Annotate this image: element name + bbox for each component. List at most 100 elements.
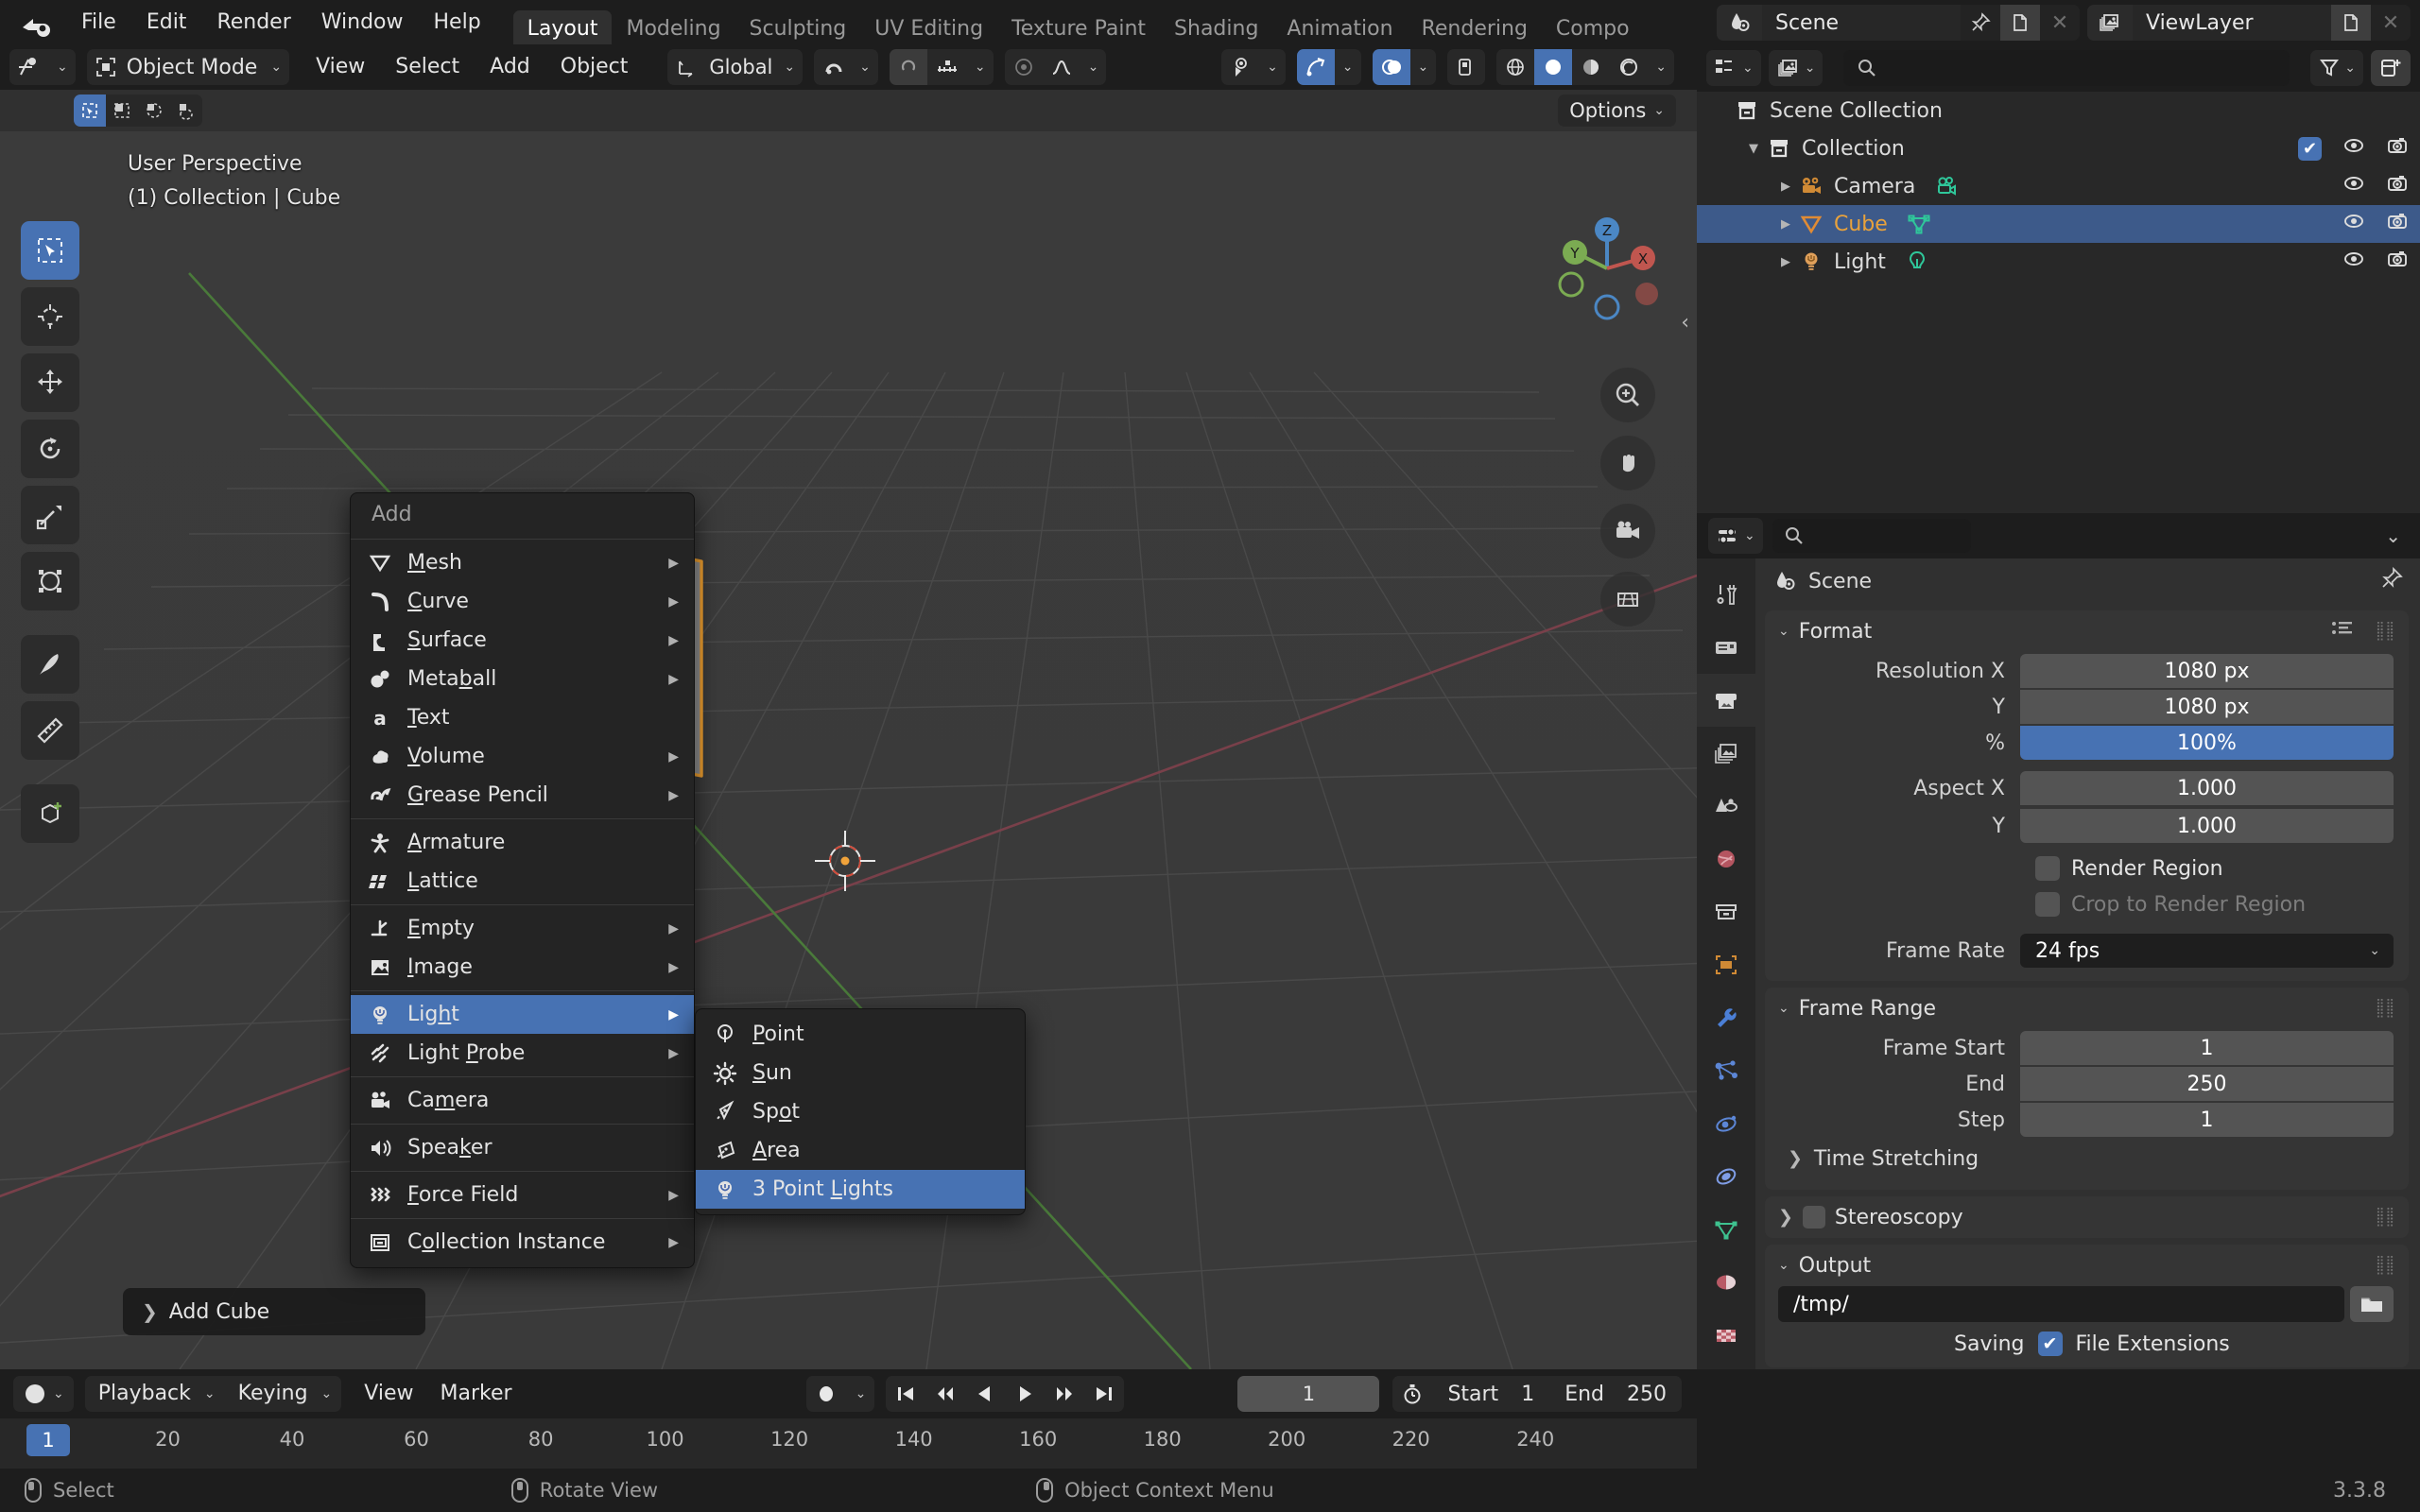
object-mode-selector[interactable]: Object Mode ⌄	[86, 49, 290, 85]
editor-type-icon[interactable]	[9, 49, 49, 85]
annotate-tool[interactable]	[21, 635, 79, 694]
format-panel-header[interactable]: ⌄ Format ⣿⣿ ⣿⣿	[1765, 610, 2409, 652]
tool-tab[interactable]	[1697, 568, 1755, 621]
transport-controls[interactable]	[886, 1376, 1125, 1412]
keying-chevron-down-icon[interactable]: ⌄	[321, 1386, 333, 1401]
snap-increment-icon[interactable]	[889, 49, 927, 85]
workspace-tab-texture-paint[interactable]: Texture Paint	[997, 10, 1160, 48]
add-menu-item-armature[interactable]: Armature	[351, 823, 694, 862]
stereoscopy-panel-header[interactable]: ❯ Stereoscopy ⣿⣿ ⣿⣿	[1765, 1196, 2409, 1238]
frame-range-group[interactable]: Start 1 End 250	[1392, 1376, 1682, 1412]
viewport-menu-select[interactable]: Select	[380, 49, 475, 85]
aspect-y-field[interactable]: 1.000	[2020, 809, 2394, 843]
auto-keying-group[interactable]: ⌄	[806, 1376, 875, 1412]
snap-target-group[interactable]: ⌄	[889, 49, 994, 85]
outliner-row-camera[interactable]: ▶ Camera	[1697, 167, 2420, 205]
ortho-toggle-icon[interactable]	[1600, 572, 1655, 627]
light-submenu-item-area[interactable]: Area	[696, 1131, 1025, 1170]
rotate-tool[interactable]	[21, 420, 79, 478]
timeline-menu-marker[interactable]: Marker	[427, 1376, 526, 1412]
timeline-menu-view[interactable]: View	[351, 1376, 426, 1412]
disable-in-renders-icon[interactable]	[2386, 248, 2409, 276]
orientation-chevron-down-icon[interactable]: ⌄	[784, 60, 795, 75]
crop-render-region-row[interactable]: Crop to Render Region	[1765, 886, 2409, 922]
operator-panel[interactable]: ❯ Add Cube	[123, 1288, 425, 1335]
snaptarget-chevron-down-icon[interactable]: ⌄	[975, 60, 986, 75]
workspace-tab-compo[interactable]: Compo	[1542, 10, 1644, 48]
sidebar-collapse-icon[interactable]: ‹	[1681, 311, 1689, 335]
add-menu-item-lattice[interactable]: Lattice	[351, 862, 694, 901]
jump-start-icon[interactable]	[886, 1376, 925, 1412]
scene-icon[interactable]	[1717, 5, 1762, 41]
hide-in-viewport-icon[interactable]	[2342, 134, 2365, 163]
add-menu-item-light[interactable]: Light ▶	[351, 995, 694, 1034]
expand-triangle-icon[interactable]: ▶	[1774, 217, 1797, 232]
transform-tool[interactable]	[21, 552, 79, 610]
workspace-tab-animation[interactable]: Animation	[1272, 10, 1407, 48]
orientation-label[interactable]: Global	[709, 56, 772, 78]
world-tab[interactable]	[1697, 833, 1755, 885]
app-menu-render[interactable]: Render	[201, 0, 305, 44]
collection-enable-checkbox[interactable]: ✔	[2298, 136, 2322, 161]
gizmo-chevron-down-icon[interactable]: ⌄	[1342, 60, 1354, 75]
frame-start-value[interactable]: 1	[1521, 1383, 1534, 1406]
xray-icon[interactable]	[1447, 49, 1485, 85]
play-icon[interactable]	[1005, 1376, 1045, 1412]
shading-wireframe-icon[interactable]	[1496, 49, 1534, 85]
stopwatch-icon[interactable]	[1392, 1376, 1432, 1412]
shading-chevron-down-icon[interactable]: ⌄	[1655, 60, 1667, 75]
record-icon[interactable]	[806, 1376, 846, 1412]
app-menu-file[interactable]: File	[66, 0, 131, 44]
workspace-tab-sculpting[interactable]: Sculpting	[735, 10, 861, 48]
measure-tool[interactable]	[21, 701, 79, 760]
add-menu-item-mesh[interactable]: Mesh ▶	[351, 543, 694, 582]
light-submenu-item-sun[interactable]: Sun	[696, 1054, 1025, 1092]
frame-end-field[interactable]: 250	[2020, 1067, 2394, 1101]
timeline-editor-type[interactable]: ⌄	[13, 1376, 74, 1412]
render-tab[interactable]	[1697, 621, 1755, 674]
frame-range-panel-header[interactable]: ⌄ Frame Range ⣿⣿ ⣿⣿	[1765, 988, 2409, 1029]
viewport-menu-view[interactable]: View	[301, 49, 380, 85]
snap-chevron-down-icon[interactable]: ⌄	[859, 60, 871, 75]
move-tool[interactable]	[21, 353, 79, 412]
workspace-tab-rendering[interactable]: Rendering	[1408, 10, 1542, 48]
frame-rate-dropdown[interactable]: 24 fps ⌄	[2020, 934, 2394, 968]
visibility-eye-icon[interactable]	[1221, 49, 1259, 85]
texture-tab[interactable]	[1697, 1309, 1755, 1362]
add-menu-item-metaball[interactable]: Metaball ▶	[351, 660, 694, 698]
viewlayer-tab[interactable]	[1697, 727, 1755, 780]
magnet-icon[interactable]	[814, 49, 852, 85]
cursor-tool[interactable]	[21, 287, 79, 346]
hide-in-viewport-icon[interactable]	[2342, 210, 2365, 238]
outliner-row-light[interactable]: ▶ Light	[1697, 243, 2420, 281]
visibility-group[interactable]: ⌄	[1221, 49, 1286, 85]
add-menu-item-camera[interactable]: Camera	[351, 1081, 694, 1120]
scene-tab[interactable]	[1697, 780, 1755, 833]
camera-data-icon[interactable]	[1932, 172, 1961, 200]
navigation-gizmo[interactable]: Z Y X	[1546, 207, 1668, 330]
light-submenu-item-spot[interactable]: Spot	[696, 1092, 1025, 1131]
light-submenu-item-point[interactable]: Point	[696, 1015, 1025, 1054]
close-viewlayer-icon[interactable]: ✕	[2371, 5, 2411, 41]
outliner-search-input[interactable]	[1843, 50, 2290, 86]
properties-editor-type[interactable]: ⌄	[1708, 518, 1763, 554]
output-path-input[interactable]: /tmp/	[1778, 1286, 2344, 1322]
constraints-tab[interactable]	[1697, 1150, 1755, 1203]
viewport-menu-object[interactable]: Object	[545, 49, 644, 85]
crop-render-region-checkbox[interactable]	[2035, 892, 2060, 917]
overlays-icon[interactable]	[1372, 49, 1410, 85]
add-menu[interactable]: Add Mesh ▶ Curve ▶ Surface ▶ Metaball ▶ a Text Vol…	[350, 492, 695, 1268]
add-menu-item-light-probe[interactable]: Light Probe ▶	[351, 1034, 694, 1073]
falloff-smooth-icon[interactable]	[1043, 49, 1080, 85]
close-scene-icon[interactable]: ✕	[2040, 5, 2080, 41]
outliner-filter-button[interactable]: ⌄	[2310, 50, 2363, 86]
pan-hand-icon[interactable]	[1600, 436, 1655, 490]
lasso-select-icon[interactable]	[170, 94, 202, 127]
zoom-icon[interactable]	[1600, 368, 1655, 422]
physics-tab[interactable]	[1697, 1097, 1755, 1150]
tweak-tool[interactable]	[21, 221, 79, 280]
grip-icon[interactable]: ⣿⣿ ⣿⣿	[2376, 622, 2395, 641]
scale-tool[interactable]	[21, 486, 79, 544]
proportional-editing[interactable]: ⌄	[1004, 49, 1107, 85]
grip-icon[interactable]: ⣿⣿ ⣿⣿	[2376, 999, 2395, 1018]
